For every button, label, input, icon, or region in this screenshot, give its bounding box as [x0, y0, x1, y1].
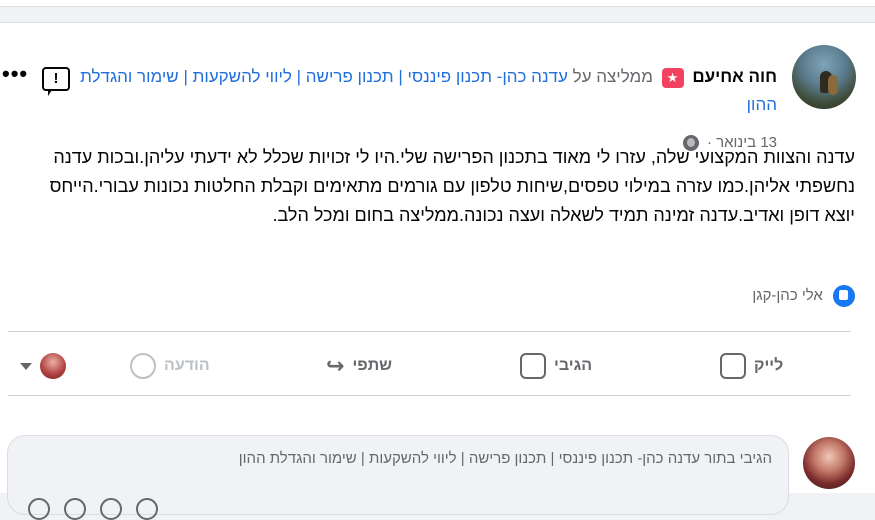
comment-area: הגיבי בתור עדנה כהן- תכנון פיננסי | תכנו…: [0, 409, 875, 520]
chevron-down-icon[interactable]: [20, 363, 32, 370]
comment-tool-icons: [28, 498, 158, 520]
comment-bubble-icon: [520, 353, 546, 379]
share-label: שתפי: [352, 357, 393, 374]
comment-button[interactable]: הגיבי: [520, 345, 592, 387]
share-button[interactable]: שתפי ↪: [326, 345, 392, 387]
sticker-icon[interactable]: [136, 498, 158, 520]
comment-placeholder: הגיבי בתור עדנה כהן- תכנון פיננסי | תכנו…: [238, 450, 772, 467]
camera-icon[interactable]: [64, 498, 86, 520]
post-header-text: חוה אחיעם ★ ממליצה על עדנה כהן- תכנון פי…: [77, 63, 777, 119]
gif-icon[interactable]: [100, 498, 122, 520]
author-name[interactable]: חוה אחיעם: [692, 67, 777, 86]
actions-divider: [8, 331, 851, 332]
report-icon[interactable]: !: [42, 67, 70, 96]
messenger-icon: [130, 353, 156, 379]
recommend-star-icon: ★: [661, 67, 684, 88]
share-arrow-icon: ↪: [326, 353, 345, 378]
recommends-label: ממליצה על: [572, 67, 653, 86]
post-card: חוה אחיעם ★ ממליצה על עדנה כהן- תכנון פי…: [0, 22, 875, 520]
post-body: עדנה והצוות המקצועי שלה, עזרו לי מאוד בת…: [49, 147, 855, 225]
avatar-figure-2: [828, 75, 838, 95]
comment-input[interactable]: הגיבי בתור עדנה כהן- תכנון פיננסי | תכנו…: [7, 435, 789, 520]
like-reaction-icon: [833, 285, 855, 307]
previous-post-bottom: [0, 0, 875, 7]
comment-divider: [8, 395, 851, 396]
author-avatar[interactable]: [792, 45, 856, 109]
like-label: לייק: [754, 357, 784, 374]
like-button[interactable]: לייק: [720, 345, 783, 387]
like-thumb-icon: [720, 353, 746, 379]
message-button[interactable]: הודעה: [130, 345, 210, 387]
reactions-row[interactable]: אלי כהן-קגן: [752, 285, 855, 307]
page-identity-avatar[interactable]: [40, 353, 66, 379]
message-label: הודעה: [164, 357, 210, 374]
more-options-icon[interactable]: •••: [2, 61, 28, 87]
emoji-icon[interactable]: [28, 498, 50, 520]
liked-by-name[interactable]: אלי כהן-קגן: [752, 287, 823, 304]
commenter-avatar[interactable]: [803, 437, 855, 489]
post-actions: לייק הגיבי שתפי ↪ הודעה: [0, 345, 875, 393]
post-header: חוה אחיעם ★ ממליצה על עדנה כהן- תכנון פי…: [0, 23, 875, 152]
comment-label: הגיבי: [554, 357, 593, 374]
